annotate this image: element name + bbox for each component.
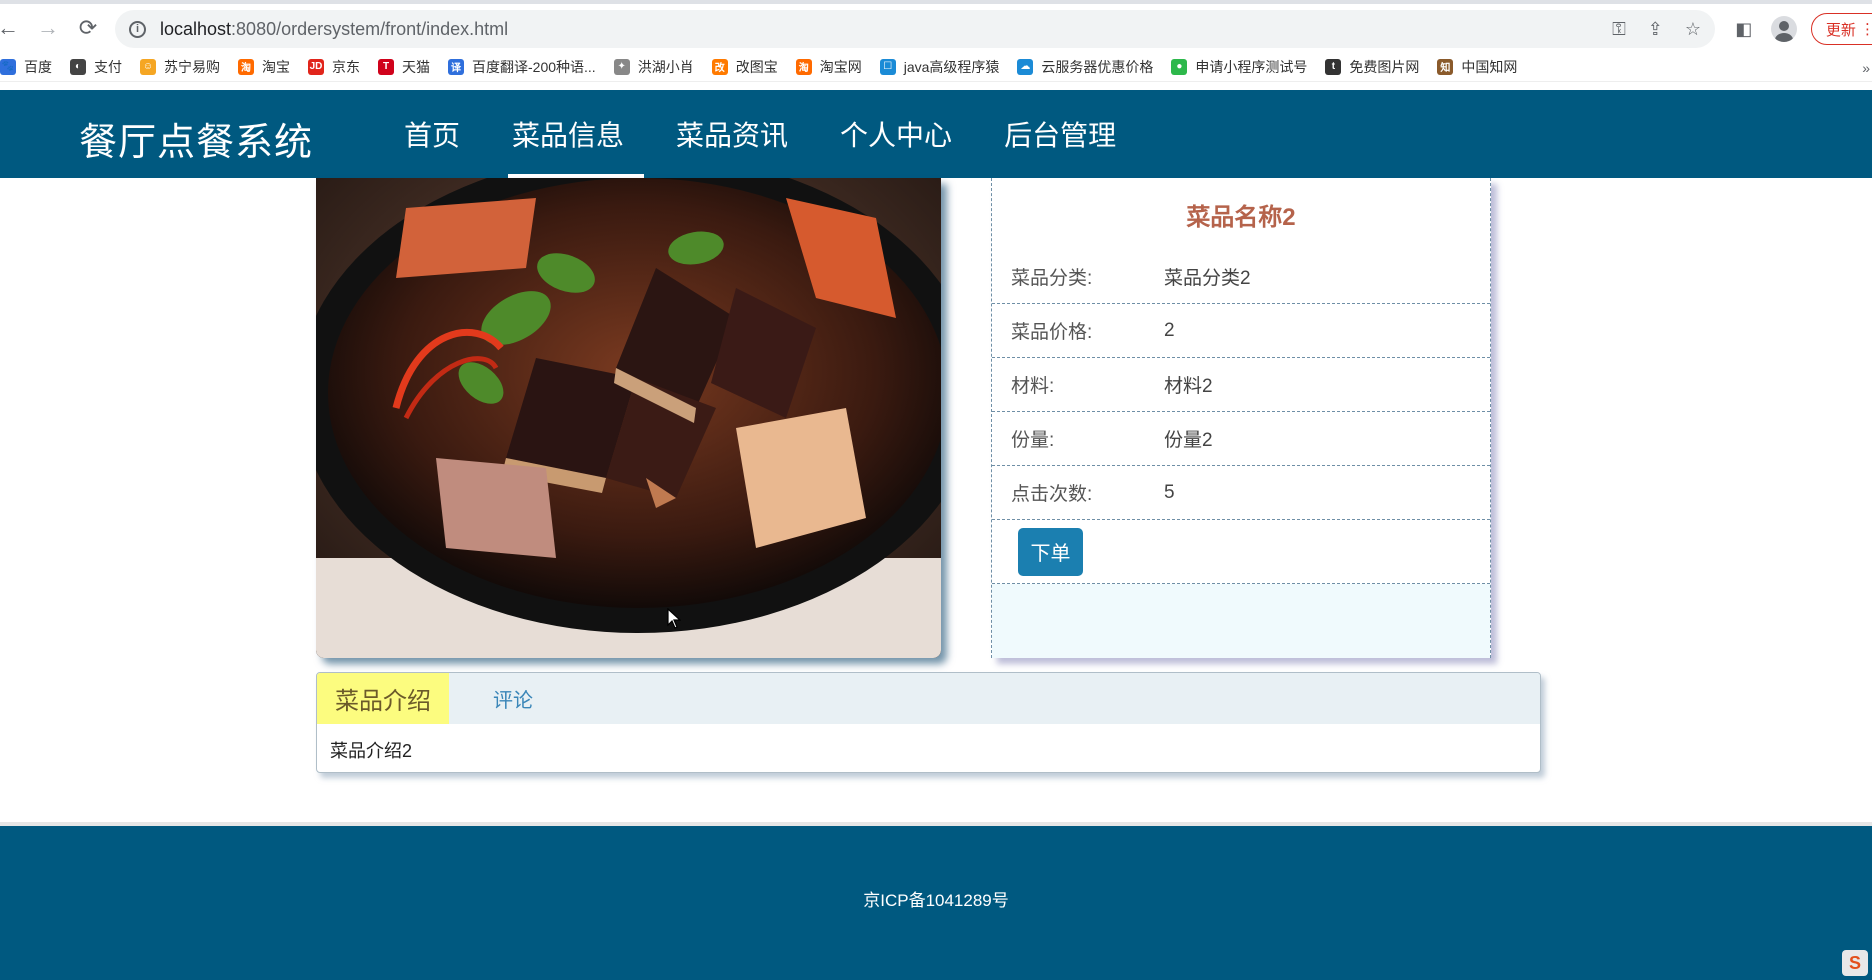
- dish-image: [316, 178, 941, 658]
- detail-value: 材料2: [1164, 376, 1213, 397]
- bookmark-label: 百度: [24, 58, 52, 75]
- dish-name: 菜品名称2: [1186, 203, 1296, 231]
- bookmark-item[interactable]: 淘淘宝网: [795, 57, 862, 77]
- tab-comments[interactable]: 评论: [449, 673, 577, 724]
- bookmark-item[interactable]: T 天猫: [378, 57, 430, 77]
- bookmark-item[interactable]: ◐ 支付: [70, 57, 122, 77]
- bookmark-favicon-icon: JD: [308, 58, 324, 75]
- bookmark-favicon-icon: ☁: [1017, 58, 1034, 75]
- site-info-icon[interactable]: i: [129, 20, 146, 38]
- key-icon[interactable]: ⚿: [1612, 19, 1626, 40]
- tab-dish-intro[interactable]: 菜品介绍: [317, 673, 449, 724]
- bookmark-item[interactable]: JD 京东: [308, 57, 360, 77]
- bookmark-item[interactable]: 淘淘宝: [238, 57, 290, 77]
- side-panel-icon[interactable]: ◧: [1731, 16, 1757, 42]
- bookmark-favicon-icon: 知: [1437, 58, 1454, 75]
- bookmark-label: java高级程序猿: [903, 58, 1000, 75]
- detail-row: 份量: 份量2: [992, 412, 1490, 466]
- bookmark-favicon-icon: 淘: [238, 58, 254, 75]
- share-icon[interactable]: ⇪: [1648, 19, 1663, 40]
- nav-item-3[interactable]: 个人中心: [820, 90, 972, 178]
- detail-value: 菜品分类2: [1164, 268, 1251, 289]
- nav-item-2[interactable]: 菜品资讯: [656, 90, 808, 178]
- dish-tabs: 菜品介绍 评论 菜品介绍2: [316, 672, 1541, 773]
- tab-header: 菜品介绍 评论: [317, 673, 1540, 724]
- bookmark-label: 淘宝: [262, 58, 290, 75]
- address-bar[interactable]: i localhost:8080/ordersystem/front/index…: [115, 10, 1715, 48]
- mouse-cursor-icon: [667, 608, 681, 629]
- bookmark-item[interactable]: ● 申请小程序测试号: [1171, 57, 1307, 77]
- bookmark-label: 百度翻译-200种语...: [472, 58, 596, 75]
- bookmark-label: 云服务器优惠价格: [1041, 58, 1154, 75]
- bookmark-favicon-icon: T: [378, 58, 394, 75]
- nav-item-1[interactable]: 菜品信息: [492, 90, 645, 178]
- bookmark-favicon-icon: 淘: [795, 58, 812, 75]
- detail-value: 2: [1164, 319, 1175, 341]
- detail-label: 菜品价格:: [1011, 322, 1093, 343]
- tab-content: 菜品介绍2: [330, 741, 413, 761]
- nav-item-4[interactable]: 后台管理: [984, 90, 1136, 178]
- site-footer: 京ICP备1041289号: [0, 826, 1872, 980]
- order-button[interactable]: 下单: [1018, 527, 1083, 576]
- bookmark-label: 苏宁易购: [164, 58, 220, 75]
- order-action-row: 下单: [992, 520, 1490, 584]
- detail-value: 5: [1164, 481, 1175, 503]
- bookmarks-overflow-icon[interactable]: »: [1862, 60, 1870, 76]
- bookmark-label: 洪湖小肖: [637, 58, 694, 75]
- bookmark-favicon-icon: t: [1325, 58, 1342, 75]
- dish-detail-panel: 菜品名称2 菜品分类: 菜品分类2 菜品价格: 2 材料: 材料2 份量: 份量2 点击次数: 5…: [991, 178, 1491, 658]
- bookmark-item[interactable]: 知中国知网: [1437, 57, 1517, 77]
- detail-row: 菜品分类: 菜品分类2: [992, 250, 1490, 304]
- site-title: 餐厅点餐系统: [79, 122, 314, 164]
- bookmark-label: 淘宝网: [819, 58, 862, 75]
- detail-label: 菜品分类:: [1011, 268, 1093, 289]
- dish-photo-illustration: [316, 178, 941, 658]
- update-button[interactable]: 更新 ⋮: [1810, 13, 1872, 45]
- bookmark-favicon-icon: ◐: [70, 58, 86, 75]
- bookmark-star-icon[interactable]: ☆: [1685, 19, 1701, 40]
- detail-label: 材料:: [1011, 376, 1055, 397]
- bookmark-item[interactable]: ☐ java高级程序猿: [879, 57, 1000, 77]
- bookmark-label: 天猫: [402, 58, 430, 75]
- bookmark-item[interactable]: 改改图宝: [711, 57, 778, 77]
- bookmark-item[interactable]: ☁ 云服务器优惠价格: [1017, 57, 1153, 77]
- main-nav: 首页 菜品信息 菜品资讯 个人中心 后台管理: [384, 90, 1148, 178]
- bookmark-label: 中国知网: [1461, 58, 1518, 75]
- detail-row: 材料: 材料2: [992, 358, 1490, 412]
- bookmark-favicon-icon: 译: [448, 58, 464, 75]
- nav-item-0[interactable]: 首页: [384, 90, 480, 178]
- url-text[interactable]: localhost:8080/ordersystem/front/index.h…: [160, 19, 508, 40]
- bookmark-favicon-icon: 改: [711, 58, 728, 75]
- icp-record: 京ICP备1041289号: [863, 891, 1009, 910]
- bookmark-item[interactable]: ☺ 苏宁易购: [140, 57, 220, 77]
- profile-avatar-icon[interactable]: [1770, 16, 1797, 42]
- bookmark-item[interactable]: ✦ 洪湖小肖: [613, 57, 694, 77]
- bookmark-favicon-icon: ✦: [613, 58, 630, 75]
- bookmark-label: 免费图片网: [1349, 58, 1420, 75]
- detail-label: 份量:: [1011, 430, 1055, 451]
- forward-arrow-icon[interactable]: →: [28, 8, 68, 48]
- bookmark-label: 申请小程序测试号: [1195, 58, 1308, 75]
- bookmark-item[interactable]: t 免费图片网: [1325, 57, 1419, 77]
- bookmarks-bar: 🐾 百度 ◐ 支付 ☺ 苏宁易购淘淘宝 JD 京东 T 天猫译百度翻译-200种语... ✦ 洪湖小肖…: [0, 52, 1872, 82]
- bookmark-favicon-icon: ☐: [879, 58, 896, 75]
- detail-label: 点击次数:: [1011, 484, 1093, 505]
- detail-panel-filler: [992, 584, 1490, 658]
- detail-row: 菜品价格: 2: [992, 304, 1490, 358]
- bookmark-item[interactable]: 🐾 百度: [0, 57, 52, 77]
- bookmark-favicon-icon: ☺: [140, 58, 156, 75]
- bookmark-label: 改图宝: [735, 58, 778, 75]
- reload-icon[interactable]: ⟳: [68, 8, 108, 48]
- detail-row: 点击次数: 5: [992, 466, 1490, 520]
- bookmark-label: 支付: [94, 58, 122, 75]
- site-header: 餐厅点餐系统 首页 菜品信息 菜品资讯 个人中心 后台管理: [0, 90, 1872, 178]
- detail-value: 份量2: [1164, 430, 1213, 451]
- bookmark-favicon-icon: ●: [1171, 58, 1188, 75]
- extension-s-icon[interactable]: S: [1842, 950, 1868, 976]
- browser-toolbar: ← → ⟳ i localhost:8080/ordersystem/front…: [0, 0, 1872, 52]
- bookmark-favicon-icon: 🐾: [0, 58, 16, 75]
- bookmark-item[interactable]: 译百度翻译-200种语...: [448, 57, 596, 77]
- back-arrow-icon[interactable]: ←: [0, 8, 28, 48]
- bookmark-label: 京东: [332, 58, 360, 75]
